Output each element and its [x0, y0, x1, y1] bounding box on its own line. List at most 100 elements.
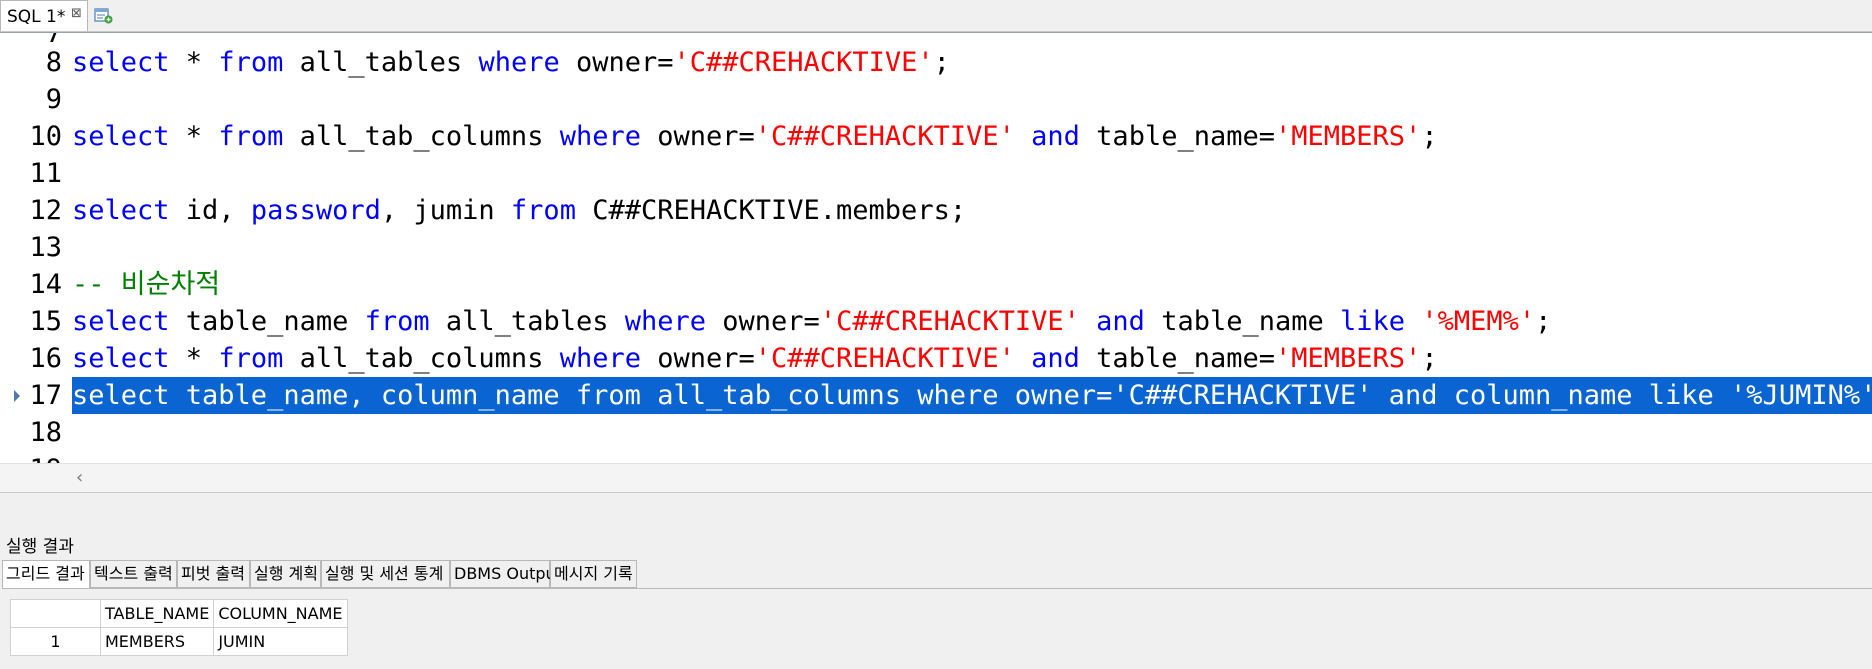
- line-number: 11: [29, 158, 62, 189]
- code-text[interactable]: select * from all_tab_columns where owne…: [72, 118, 1438, 155]
- code-text[interactable]: select id, password, jumin from C##CREHA…: [72, 192, 966, 229]
- grid-results-area: TABLE_NAME COLUMN_NAME 1 MEMBERS JUMIN: [2, 588, 1872, 669]
- sql-text: owner=: [640, 121, 755, 152]
- sql-keyword: from: [364, 306, 430, 337]
- sql-string: 'C##CREHACKTIVE': [754, 343, 1015, 374]
- results-tab[interactable]: 실행 계획: [250, 560, 321, 588]
- sql-comment: -- 비순차적: [72, 269, 221, 300]
- results-tab[interactable]: 피벗 출력: [177, 560, 250, 588]
- results-tabs: 그리드 결과 텍스트 출력 피벗 출력 실행 계획 실행 및 세션 통계 DBMS Out…: [2, 560, 1872, 589]
- sql-text: ;: [1421, 343, 1438, 374]
- scroll-left-icon[interactable]: ‹: [76, 467, 83, 488]
- code-text[interactable]: -- 비순차적: [72, 266, 220, 303]
- tab-sql-1[interactable]: SQL 1* ⊠: [0, 0, 88, 31]
- sql-string: 'MEMBERS': [1275, 343, 1422, 374]
- line-number: 15: [29, 306, 62, 337]
- sql-editor[interactable]: 7 8 select * from all_tables where owner=…: [0, 32, 1872, 493]
- editor-line[interactable]: 8 select * from all_tables where owner='C…: [0, 44, 1872, 81]
- results-tab[interactable]: DBMS Output: [450, 560, 562, 588]
- line-number: 9: [45, 84, 62, 115]
- line-number: 12: [29, 195, 62, 226]
- editor-line[interactable]: 16 select * from all_tab_columns where ow…: [0, 340, 1872, 377]
- line-number: 8: [45, 47, 62, 78]
- close-icon[interactable]: ⊠: [71, 6, 82, 21]
- results-tab[interactable]: 실행 및 세션 통계: [321, 560, 450, 588]
- sql-text: table_name: [169, 306, 365, 337]
- new-sql-tab-icon[interactable]: [92, 4, 114, 26]
- results-grid[interactable]: TABLE_NAME COLUMN_NAME 1 MEMBERS JUMIN: [10, 599, 348, 656]
- sql-text: C##CREHACKTIVE.members;: [575, 195, 967, 226]
- sql-text: *: [169, 343, 219, 374]
- code-text[interactable]: select table_name from all_tables where …: [72, 303, 1551, 340]
- sql-text: all_tab_columns: [283, 343, 560, 374]
- sql-text: all_tables: [429, 306, 625, 337]
- sql-keyword: where: [559, 343, 641, 374]
- sql-string: 'C##CREHACKTIVE': [819, 306, 1080, 337]
- results-tab[interactable]: 그리드 결과: [2, 560, 90, 589]
- sql-string: 'C##CREHACKTIVE': [673, 47, 934, 78]
- editor-line[interactable]: 13: [0, 229, 1872, 266]
- editor-line[interactable]: 11: [0, 155, 1872, 192]
- grid-cell[interactable]: MEMBERS: [99, 627, 215, 656]
- sql-keyword: select: [72, 343, 170, 374]
- sql-text: all_tables: [283, 47, 479, 78]
- results-tab[interactable]: 텍스트 출력: [90, 560, 177, 588]
- row-number: 1: [10, 627, 101, 656]
- line-number: 17: [29, 380, 62, 411]
- sql-keyword: and: [1031, 121, 1080, 152]
- sql-text: *: [169, 121, 219, 152]
- sql-text: table_name: [1144, 306, 1341, 337]
- sql-keyword: from: [510, 195, 576, 226]
- sql-keyword: and: [1031, 343, 1080, 374]
- column-header[interactable]: COLUMN_NAME: [213, 599, 348, 628]
- editor-tab-bar: SQL 1* ⊠: [0, 0, 1872, 32]
- sql-keyword: from: [218, 121, 284, 152]
- editor-line[interactable]: 10 select * from all_tab_columns where ow…: [0, 118, 1872, 155]
- sql-keyword: like: [1340, 306, 1406, 337]
- code-text[interactable]: select * from all_tables where owner='C#…: [72, 44, 950, 81]
- code-text[interactable]: select * from all_tab_columns where owne…: [72, 340, 1438, 377]
- column-header[interactable]: TABLE_NAME: [99, 599, 215, 628]
- line-number: 10: [29, 121, 62, 152]
- editor-line[interactable]: 15 select table_name from all_tables wher…: [0, 303, 1872, 340]
- results-panel: 실행 결과 그리드 결과 텍스트 출력 피벗 출력 실행 계획 실행 및 세션 통계 DB…: [0, 524, 1872, 669]
- editor-line[interactable]: 12 select id, password, jumin from C##CRE…: [0, 192, 1872, 229]
- sql-keyword: from: [218, 47, 284, 78]
- sql-text: owner=: [640, 343, 755, 374]
- sql-text: table_name=: [1079, 121, 1275, 152]
- sql-keyword: where: [624, 306, 707, 337]
- line-number: 16: [29, 343, 62, 374]
- sql-keyword: where: [478, 47, 560, 78]
- editor-line-selected[interactable]: 17 select table_name, column_name from al…: [0, 377, 1872, 414]
- sql-text: owner=: [559, 47, 674, 78]
- sql-keyword: and: [1096, 306, 1145, 337]
- sql-keyword: where: [559, 121, 641, 152]
- sql-string: '%MEM%': [1421, 306, 1536, 337]
- sql-keyword: select: [72, 306, 170, 337]
- sql-string: 'MEMBERS': [1275, 121, 1422, 152]
- sql-text: ;: [1421, 121, 1438, 152]
- table-row[interactable]: 1 MEMBERS JUMIN: [10, 627, 348, 656]
- sql-text: owner=: [706, 306, 820, 337]
- horizontal-scrollbar[interactable]: ‹: [0, 463, 1872, 492]
- sql-text: ;: [933, 47, 950, 78]
- selected-code-text[interactable]: select table_name, column_name from all_…: [72, 377, 1872, 414]
- grid-corner: [10, 599, 101, 628]
- sql-text: id,: [169, 195, 251, 226]
- line-number: 13: [29, 232, 62, 263]
- editor-line[interactable]: 14 -- 비순차적: [0, 266, 1872, 303]
- results-title: 실행 결과: [6, 537, 74, 557]
- editor-line[interactable]: 9: [0, 81, 1872, 118]
- tab-label: SQL 1*: [7, 7, 66, 27]
- sql-keyword: select: [72, 47, 170, 78]
- sql-text: all_tab_columns: [283, 121, 560, 152]
- results-tab[interactable]: 메시지 기록: [550, 560, 637, 588]
- line-number: 14: [29, 269, 62, 300]
- sql-keyword: password: [250, 195, 381, 226]
- sql-keyword: select: [72, 121, 170, 152]
- grid-cell[interactable]: JUMIN: [213, 627, 348, 656]
- editor-line[interactable]: 18: [0, 414, 1872, 451]
- grid-header-row: TABLE_NAME COLUMN_NAME: [10, 599, 348, 628]
